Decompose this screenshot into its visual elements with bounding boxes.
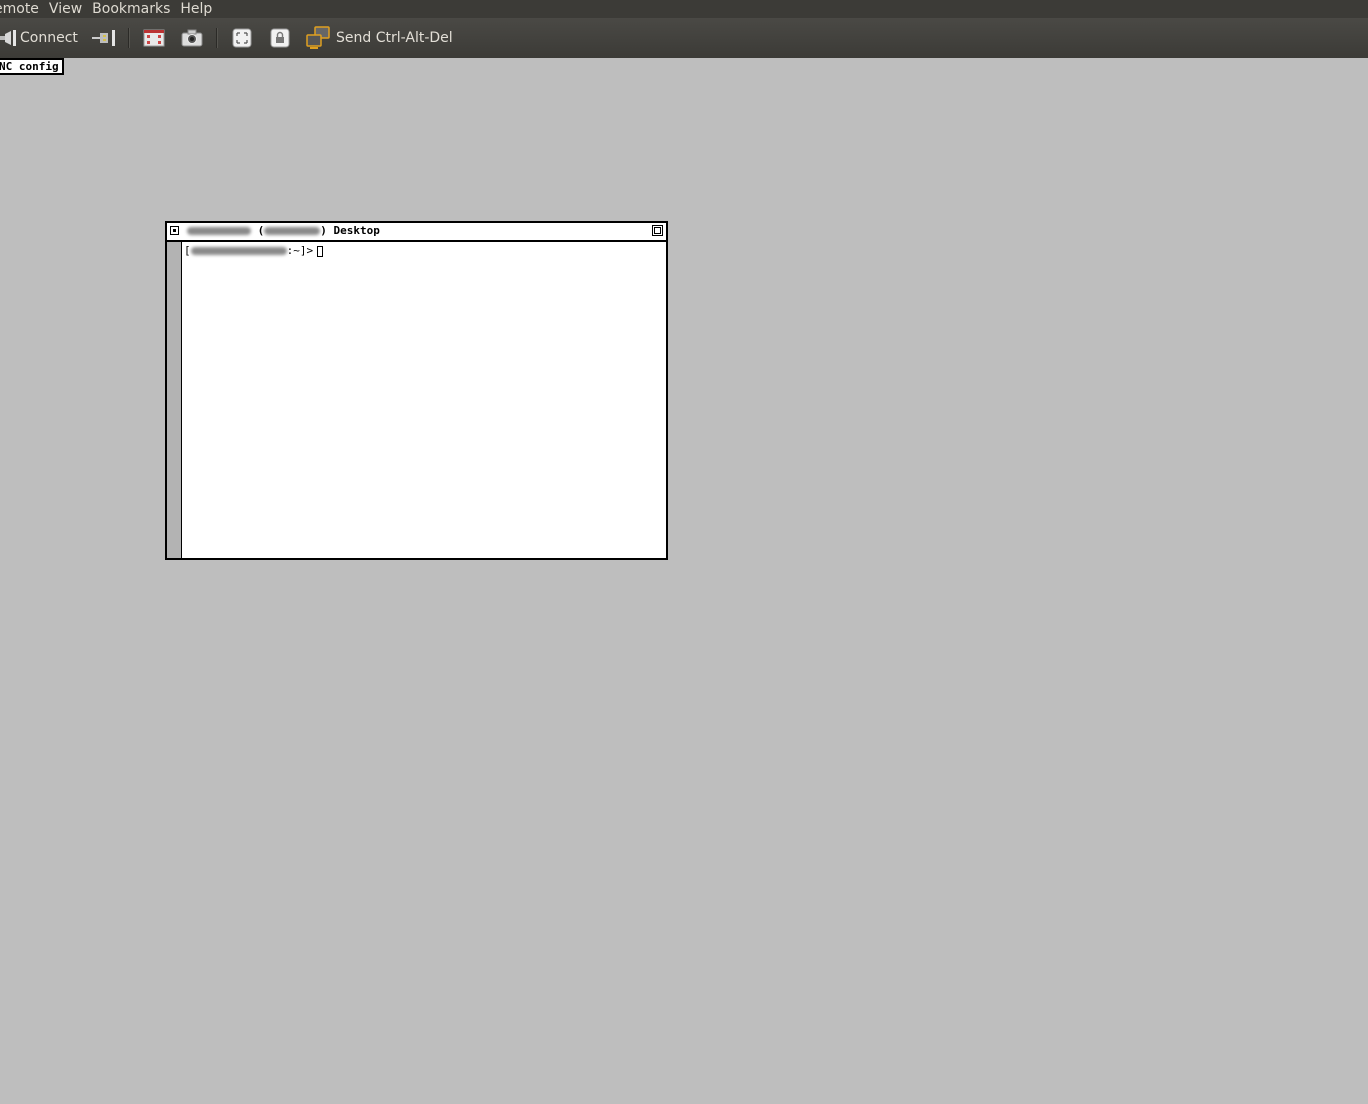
scale-button[interactable] xyxy=(232,26,252,50)
scale-icon xyxy=(232,28,252,48)
title-paren-open: ( xyxy=(257,224,265,237)
terminal-prompt-line: [ :~]> xyxy=(184,244,324,258)
toolbar-separator xyxy=(216,28,218,48)
xterm-window[interactable]: ( ) Desktop [ :~]> xyxy=(165,221,668,560)
redacted-hostname xyxy=(187,227,251,235)
send-ctrl-alt-del-label: Send Ctrl-Alt-Del xyxy=(336,30,453,46)
menu-bar: emote View Bookmarks Help xyxy=(0,0,1368,18)
menu-remote[interactable]: emote xyxy=(0,0,44,18)
screenshot-camera-icon xyxy=(181,29,203,47)
xterm-scrollbar[interactable] xyxy=(167,242,182,558)
menu-view[interactable]: View xyxy=(44,0,87,18)
connect-button[interactable]: Connect xyxy=(0,26,78,50)
grab-keyboard-button[interactable] xyxy=(270,26,290,50)
prompt-prefix: [ xyxy=(184,244,191,257)
prompt-suffix: :~]> xyxy=(286,244,314,257)
screenshot-button[interactable] xyxy=(181,26,203,50)
disconnect-button[interactable] xyxy=(91,26,117,50)
connect-plug-icon xyxy=(0,30,16,46)
vnc-config-window[interactable]: NC config xyxy=(0,58,64,75)
window-close-icon[interactable] xyxy=(170,226,179,235)
redacted-user-host xyxy=(190,247,287,255)
xterm-title: ( ) Desktop xyxy=(187,224,380,238)
xterm-title-bar[interactable]: ( ) Desktop xyxy=(167,223,666,242)
toolbar: Connect Send Ctrl-Alt-Del xyxy=(0,18,1368,59)
send-ctrl-alt-del-button[interactable]: Send Ctrl-Alt-Del xyxy=(305,26,453,50)
terminal-cursor xyxy=(317,245,324,257)
title-suffix: ) Desktop xyxy=(320,224,380,237)
fullscreen-button[interactable] xyxy=(143,26,165,50)
menu-bookmarks[interactable]: Bookmarks xyxy=(87,0,175,18)
disconnect-plug-icon xyxy=(92,30,115,46)
redacted-display xyxy=(264,227,321,235)
connect-label: Connect xyxy=(20,30,78,46)
toolbar-separator xyxy=(128,28,130,48)
remote-desktop-canvas[interactable]: NC config ( ) Desktop [ :~]> xyxy=(0,58,1368,1104)
send-keys-icon xyxy=(306,26,330,49)
fullscreen-icon xyxy=(143,29,165,47)
menu-help[interactable]: Help xyxy=(175,0,217,18)
lock-keyboard-icon xyxy=(270,28,290,48)
window-maximize-icon[interactable] xyxy=(652,225,663,236)
